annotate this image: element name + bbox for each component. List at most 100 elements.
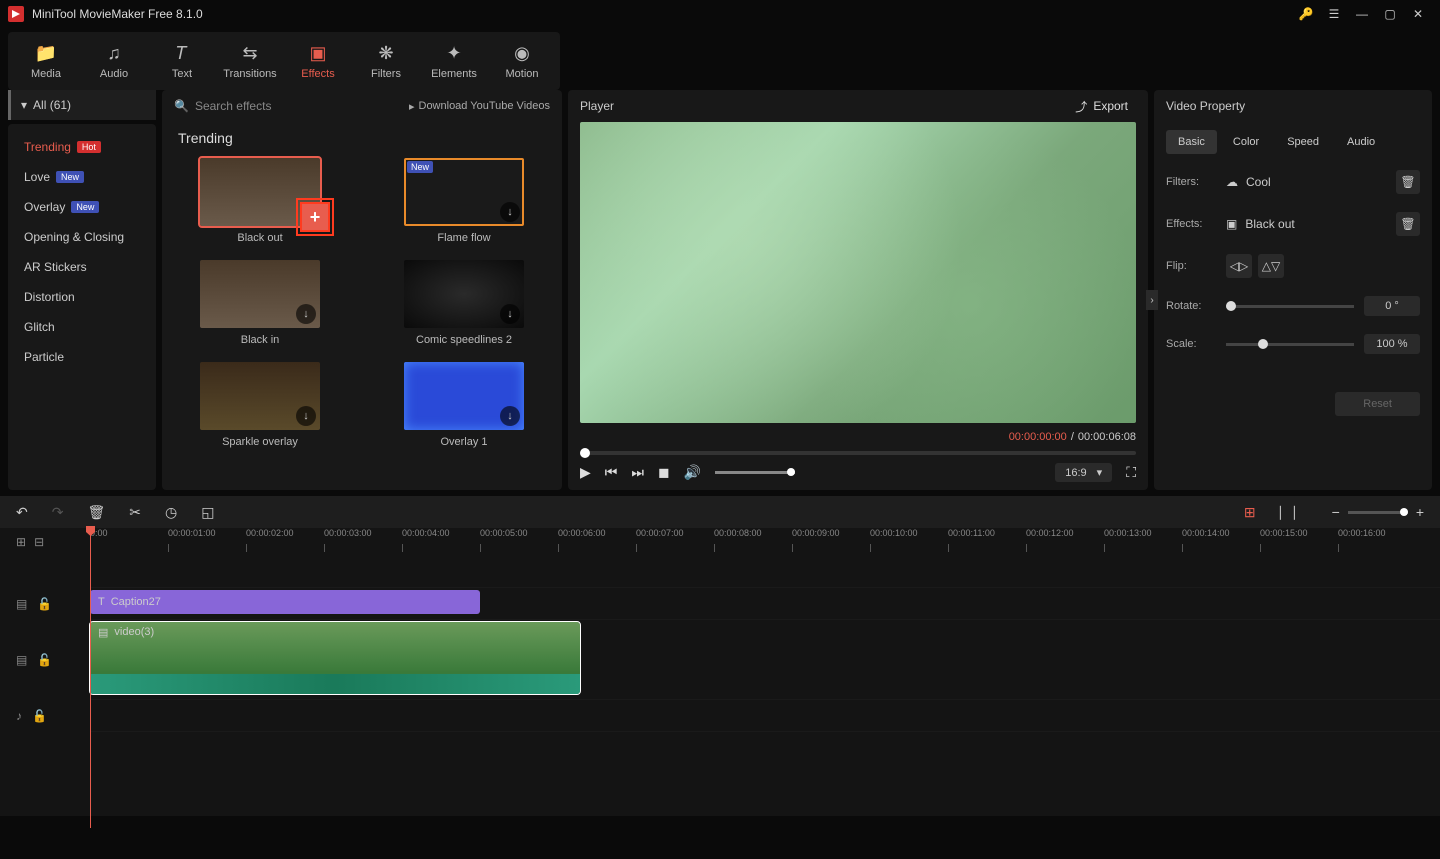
category-all-header[interactable]: ▾ All (61)	[8, 90, 156, 120]
caption-clip[interactable]: T Caption27	[90, 590, 480, 614]
zoom-in-button[interactable]: +	[1416, 504, 1424, 520]
volume-slider[interactable]	[715, 471, 795, 474]
effect-black-out[interactable]: + Black out	[178, 158, 342, 244]
flip-vertical-button[interactable]: △▽	[1258, 254, 1284, 278]
next-frame-button[interactable]: ⏭	[631, 464, 644, 481]
search-icon: 🔍	[174, 99, 189, 113]
proptab-speed[interactable]: Speed	[1275, 130, 1331, 154]
delete-button[interactable]: 🗑	[87, 504, 105, 521]
title-bar: MiniTool MovieMaker Free 8.1.0 🔑 ☰ — ▢ ✕	[0, 0, 1440, 28]
category-glitch[interactable]: Glitch	[8, 312, 156, 342]
proptab-audio[interactable]: Audio	[1335, 130, 1387, 154]
timeline-ruler[interactable]: ⊞ ⊟ 0:0000:00:01:0000:00:02:0000:00:03:0…	[0, 528, 1440, 556]
scale-input[interactable]: 100 %	[1364, 334, 1420, 354]
track-collapse-icon[interactable]: ⊟	[34, 535, 44, 549]
ruler-tick: 00:00:09:00	[792, 528, 840, 538]
search-input[interactable]: 🔍Search effects	[174, 99, 401, 113]
tab-transitions[interactable]: ⇆Transitions	[216, 36, 284, 86]
category-ar-stickers[interactable]: AR Stickers	[8, 252, 156, 282]
download-icon[interactable]: ↓	[500, 406, 520, 426]
snap-button[interactable]: ⊞	[1244, 504, 1256, 521]
category-distortion[interactable]: Distortion	[8, 282, 156, 312]
video-preview[interactable]	[580, 122, 1136, 423]
crop-button[interactable]: ◱	[201, 504, 214, 521]
ruler-tick: 00:00:02:00	[246, 528, 294, 538]
cut-button[interactable]: ✂	[129, 504, 141, 521]
speed-button[interactable]: ◷	[165, 504, 177, 521]
close-icon[interactable]: ✕	[1404, 0, 1432, 28]
proptab-basic[interactable]: Basic	[1166, 130, 1217, 154]
filters-icon: ❋	[378, 43, 393, 64]
ruler-tick: 00:00:13:00	[1104, 528, 1152, 538]
category-particle[interactable]: Particle	[8, 342, 156, 372]
lock-icon[interactable]: 🔓	[37, 597, 52, 611]
reset-button[interactable]: Reset	[1335, 392, 1420, 416]
effect-comic-speedlines[interactable]: ↓ Comic speedlines 2	[382, 260, 546, 346]
category-overlay[interactable]: OverlayNew	[8, 192, 156, 222]
ruler-tick: 00:00:11:00	[948, 528, 995, 538]
effect-black-in[interactable]: ↓ Black in	[178, 260, 342, 346]
download-icon[interactable]: ↓	[296, 304, 316, 324]
effect-flame-flow[interactable]: New ↓ Flame flow	[382, 158, 546, 244]
proptab-color[interactable]: Color	[1221, 130, 1271, 154]
category-love[interactable]: LoveNew	[8, 162, 156, 192]
menu-icon[interactable]: ☰	[1320, 0, 1348, 28]
seek-bar[interactable]	[580, 451, 1136, 455]
add-effect-button[interactable]: +	[300, 202, 330, 232]
download-icon[interactable]: ↓	[500, 304, 520, 324]
category-opening-closing[interactable]: Opening & Closing	[8, 222, 156, 252]
caption-track[interactable]: ▤🔓 T Caption27	[90, 588, 1440, 620]
undo-button[interactable]: ↶	[16, 504, 28, 521]
rotate-input[interactable]: 0 °	[1364, 296, 1420, 316]
maximize-icon[interactable]: ▢	[1376, 0, 1404, 28]
text-icon: T	[98, 596, 105, 608]
total-time: 00:00:06:08	[1078, 431, 1136, 443]
ruler-tick: 00:00:14:00	[1182, 528, 1230, 538]
player-panel: Player ⤴Export 00:00:00:00 / 00:00:06:08…	[568, 90, 1148, 490]
tab-text[interactable]: 𝑇Text	[148, 36, 216, 86]
marker-button[interactable]: ⎸⎸	[1280, 504, 1308, 521]
tab-media[interactable]: 📁Media	[12, 36, 80, 86]
fullscreen-button[interactable]: ⛶	[1126, 464, 1136, 481]
effect-icon: ▣	[1226, 217, 1237, 231]
tab-elements[interactable]: ✦Elements	[420, 36, 488, 86]
tab-effects[interactable]: ▣Effects	[284, 36, 352, 86]
stop-button[interactable]: ◼	[658, 464, 670, 481]
video-clip[interactable]: ▤ video(3)	[90, 622, 580, 694]
track-add-icon[interactable]: ⊞	[16, 535, 26, 549]
lock-icon[interactable]: 🔓	[37, 653, 52, 667]
export-button[interactable]: ⤴Export	[1067, 94, 1136, 119]
minimize-icon[interactable]: —	[1348, 0, 1376, 28]
download-youtube-link[interactable]: ▸Download YouTube Videos	[409, 100, 550, 113]
zoom-slider[interactable]	[1348, 511, 1408, 514]
zoom-out-button[interactable]: −	[1332, 504, 1340, 520]
track-type-icon: ▤	[16, 597, 27, 611]
effect-sparkle-overlay[interactable]: ↓ Sparkle overlay	[178, 362, 342, 448]
prev-frame-button[interactable]: ⏮	[605, 464, 618, 481]
download-icon[interactable]: ↓	[296, 406, 316, 426]
tab-audio[interactable]: ♫Audio	[80, 36, 148, 86]
ruler-tick: 00:00:10:00	[870, 528, 918, 538]
volume-icon[interactable]: 🔊	[684, 464, 701, 481]
delete-effect-button[interactable]: 🗑	[1396, 212, 1420, 236]
download-icon[interactable]: ↓	[500, 202, 520, 222]
collapse-panel-button[interactable]: ›	[1146, 290, 1158, 310]
delete-filter-button[interactable]: 🗑	[1396, 170, 1420, 194]
tab-filters[interactable]: ❋Filters	[352, 36, 420, 86]
tab-motion[interactable]: ◉Motion	[488, 36, 556, 86]
video-track[interactable]: ▤🔓 ▤ video(3)	[90, 620, 1440, 700]
scale-slider[interactable]	[1226, 343, 1354, 346]
redo-button[interactable]: ↷	[52, 504, 64, 521]
aspect-ratio-select[interactable]: 16:9▾	[1055, 463, 1112, 482]
playhead[interactable]	[90, 528, 91, 828]
category-trending[interactable]: TrendingHot	[8, 132, 156, 162]
music-icon: ♪	[16, 709, 22, 723]
flip-horizontal-button[interactable]: ◁▷	[1226, 254, 1252, 278]
rotate-slider[interactable]	[1226, 305, 1354, 308]
effects-icon: ▣	[309, 43, 326, 64]
audio-track[interactable]: ♪🔓	[90, 700, 1440, 732]
effect-overlay-1[interactable]: ↓ Overlay 1	[382, 362, 546, 448]
license-key-icon[interactable]: 🔑	[1292, 0, 1320, 28]
play-button[interactable]: ▶	[580, 464, 591, 481]
lock-icon[interactable]: 🔓	[32, 709, 47, 723]
